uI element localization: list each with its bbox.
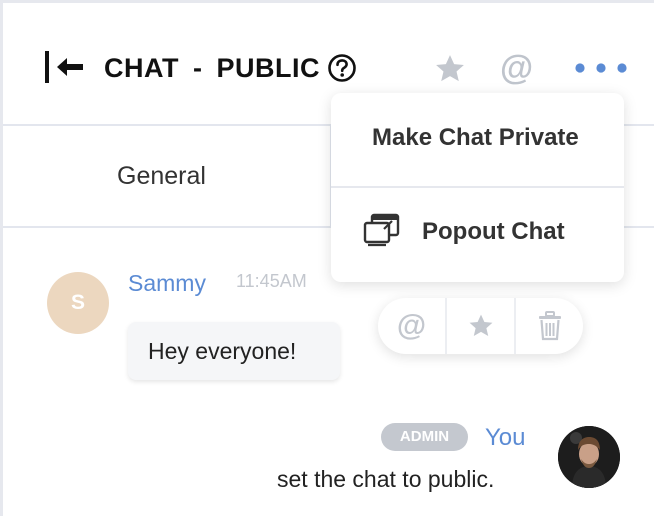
sender-name[interactable]: You	[485, 424, 526, 452]
sender-name[interactable]: Sammy	[128, 270, 206, 297]
avatar	[558, 426, 620, 488]
tab-general-label: General	[117, 162, 206, 190]
popout-chat-item[interactable]: Popout Chat	[331, 188, 624, 282]
chat-panel: CHAT - PUBLIC @ General Make Chat Privat…	[0, 0, 654, 516]
message-bubble: Hey everyone!	[128, 322, 340, 380]
message-timestamp: 11:45AM	[236, 271, 307, 291]
delete-action-button[interactable]	[514, 298, 583, 354]
title-separator: -	[192, 53, 203, 83]
popout-chat-label: Popout Chat	[422, 218, 565, 245]
at-icon: @	[396, 309, 427, 342]
message-text: set the chat to public.	[277, 466, 495, 492]
star-icon	[469, 314, 492, 337]
star-icon[interactable]	[433, 52, 467, 86]
more-dots-icon[interactable]	[573, 61, 629, 75]
title-chat: CHAT	[104, 53, 179, 83]
make-chat-private-item[interactable]: Make Chat Private	[331, 93, 624, 188]
popout-window-icon	[362, 213, 400, 247]
page-title: CHAT - PUBLIC	[104, 53, 320, 83]
message-actions-toolbar: @	[378, 298, 583, 354]
admin-badge: ADMIN	[381, 423, 468, 451]
message-text: Hey everyone!	[148, 338, 297, 364]
title-public: PUBLIC	[216, 53, 320, 83]
chat-options-dropdown: Make Chat Private Popout Chat	[331, 93, 624, 282]
tab-general[interactable]: General	[3, 126, 332, 226]
avatar: S	[47, 272, 109, 334]
question-circle-icon[interactable]	[327, 53, 357, 83]
trash-icon	[538, 311, 561, 341]
collapse-left-icon[interactable]	[43, 50, 85, 84]
star-action-button[interactable]	[445, 298, 514, 354]
make-chat-private-label: Make Chat Private	[372, 124, 579, 151]
at-icon[interactable]: @	[500, 48, 533, 88]
mention-action-button[interactable]: @	[378, 298, 445, 354]
